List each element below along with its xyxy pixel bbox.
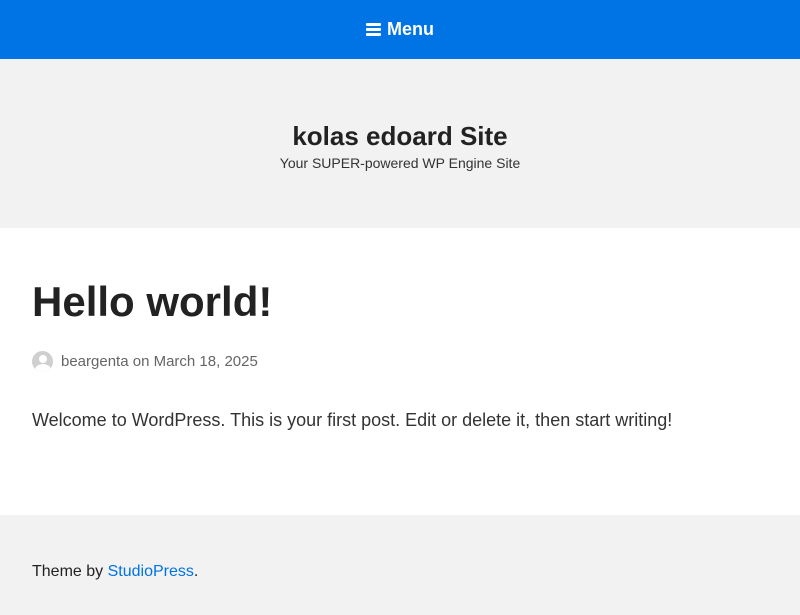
footer-suffix: .: [193, 563, 199, 580]
site-header: kolas edoard Site Your SUPER-powered WP …: [0, 59, 800, 228]
site-tagline: Your SUPER-powered WP Engine Site: [279, 154, 521, 171]
menu-toggle-button[interactable]: Menu: [366, 19, 434, 40]
footer-theme-link[interactable]: StudioPress: [108, 563, 194, 581]
post-title: Hello world!: [32, 278, 273, 325]
site-title[interactable]: kolas edoard Site: [292, 122, 507, 151]
main-content: Hello world! beargenta on March 18, 2025…: [0, 228, 800, 515]
author-avatar: [32, 351, 53, 373]
post-date-link[interactable]: March 18, 2025: [154, 353, 258, 370]
post-content: Welcome to WordPress. This is your first…: [32, 410, 673, 431]
date-prefix: on: [132, 353, 150, 371]
post-author-link[interactable]: beargenta: [61, 353, 129, 370]
site-footer: Theme by StudioPress.: [0, 515, 800, 615]
post-meta: beargenta on March 18, 2025: [32, 351, 768, 373]
footer-prefix: Theme by: [32, 563, 104, 580]
menu-label: Menu: [387, 19, 434, 39]
hamburger-icon: [366, 23, 381, 36]
top-menu-bar: Menu: [0, 0, 800, 59]
